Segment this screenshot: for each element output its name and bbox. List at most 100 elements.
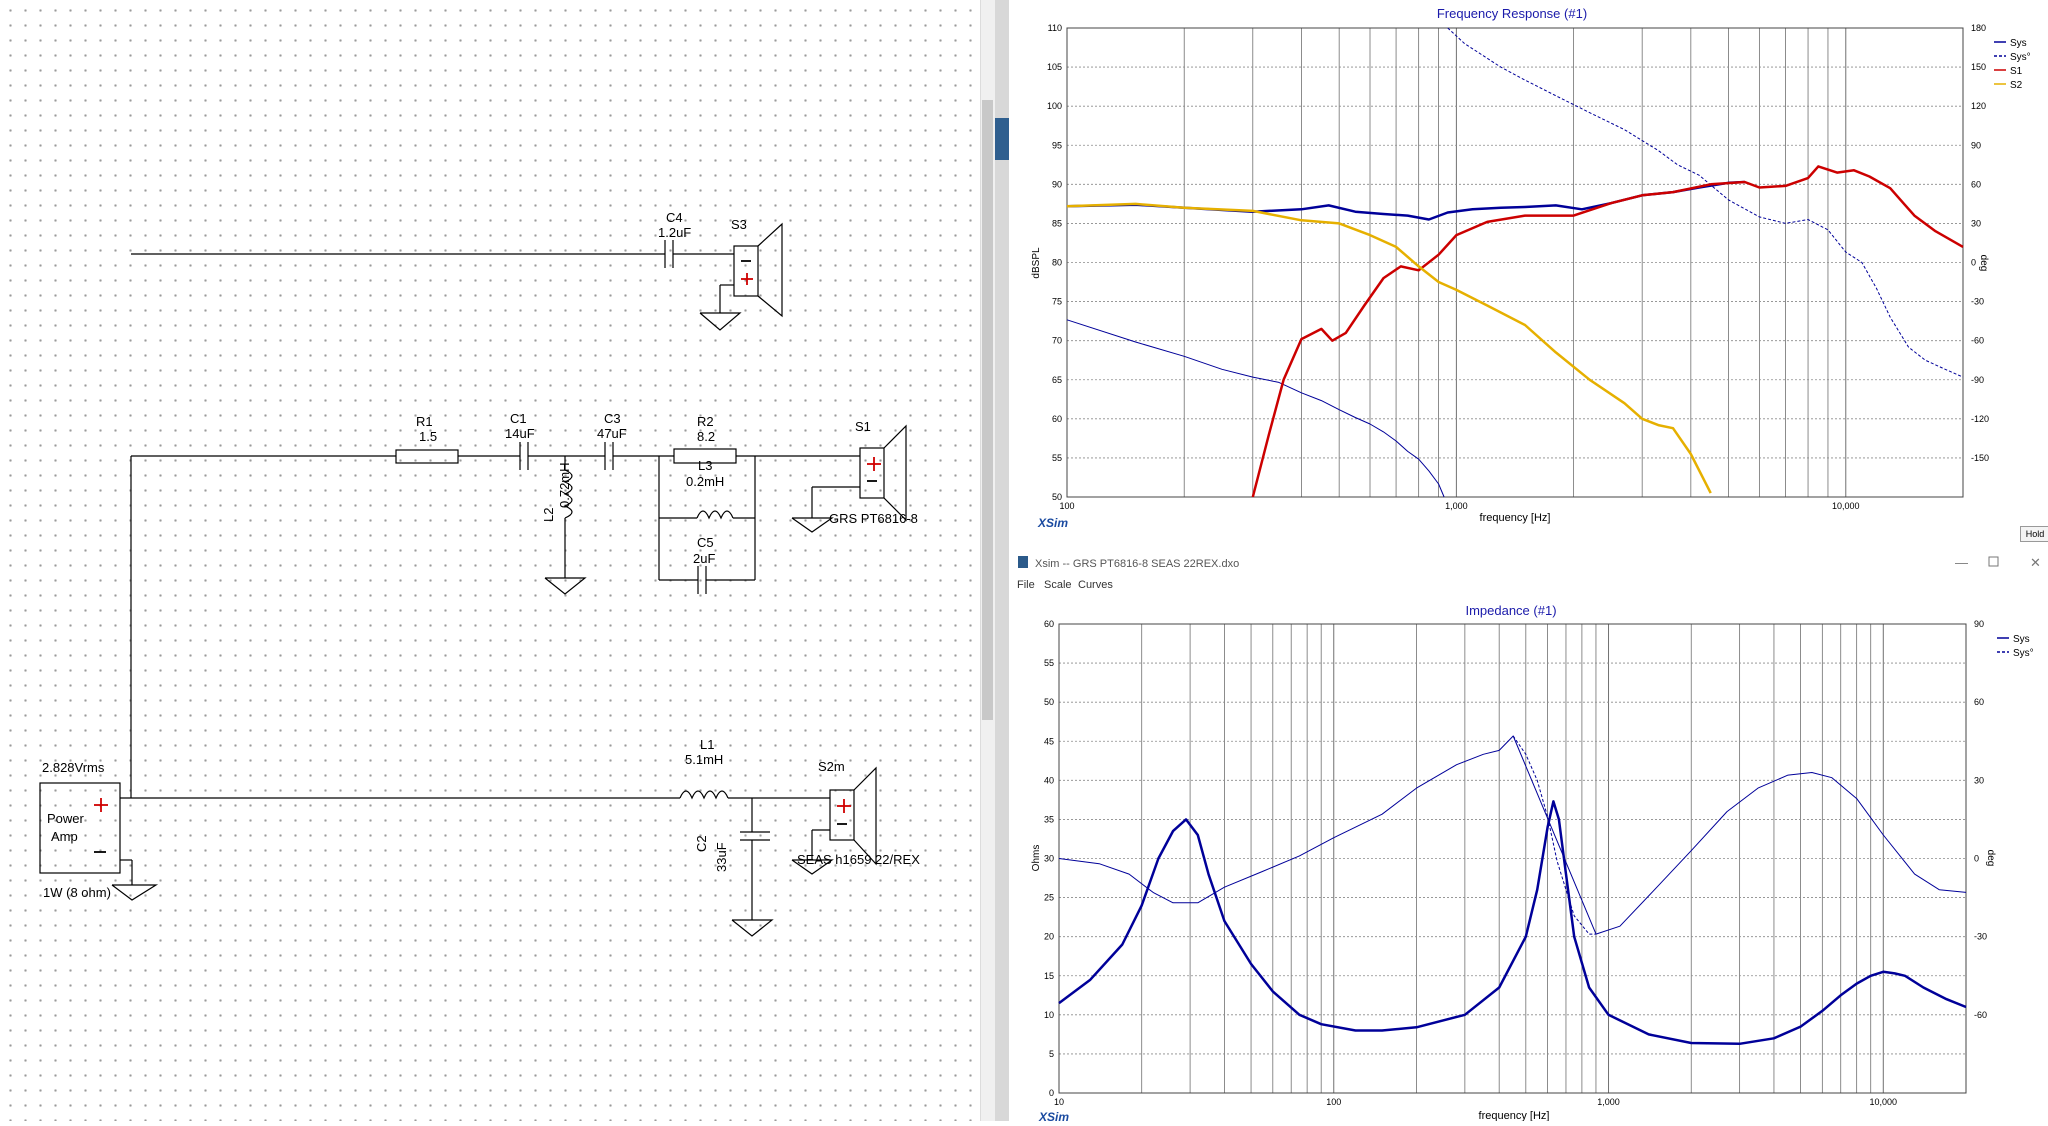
y-tick-label: 70 <box>1052 336 1062 346</box>
xsim-watermark: XSim <box>1037 516 1068 530</box>
y2-tick-label: 0 <box>1971 258 1976 268</box>
y2-tick-label: -150 <box>1971 453 1989 463</box>
y2-axis-label: deg <box>1985 850 1996 867</box>
menu-scale[interactable]: Scale <box>1044 579 1072 591</box>
y-tick-label: 90 <box>1052 179 1062 189</box>
l3-coil <box>696 510 734 520</box>
power-amp-label: Power <box>47 811 85 826</box>
y2-tick-label: -60 <box>1971 336 1984 346</box>
x-tick-label: 10 <box>1054 1097 1064 1107</box>
window-title: Xsim -- GRS PT6816-8 SEAS 22REX.dxo <box>1035 558 1239 570</box>
schematic-canvas[interactable]: C4 1.2uF S3 R1 1.5 C1 14uF C3 47uF R2 8.… <box>0 0 980 1121</box>
impedance-chart[interactable]: Xsim -- GRS PT6816-8 SEAS 22REX.dxo — ✕ … <box>1009 550 2048 1124</box>
chart-title: Frequency Response (#1) <box>1437 6 1587 21</box>
c2-name-label: C2 <box>694 835 709 852</box>
y-tick-label: 85 <box>1052 218 1062 228</box>
menu-curves[interactable]: Curves <box>1078 579 1113 591</box>
y2-tick-label: 60 <box>1971 179 1981 189</box>
legend-label: Sys° <box>2010 52 2031 63</box>
y-tick-label: 40 <box>1044 775 1054 785</box>
y2-tick-label: 60 <box>1974 697 1984 707</box>
series-sys <box>1066 180 1745 221</box>
ground-symbol <box>111 884 159 901</box>
legend-label: Sys <box>2010 38 2027 49</box>
r2-value-label: 8.2 <box>697 429 715 444</box>
legend-label: S2 <box>2010 80 2023 91</box>
x-axis-label: frequency [Hz] <box>1479 1110 1550 1121</box>
y-tick-label: 5 <box>1049 1049 1054 1059</box>
x-tick-label: 10,000 <box>1870 1097 1898 1107</box>
y2-tick-label: -60 <box>1974 1010 1987 1020</box>
schematic-drawing: C4 1.2uF S3 R1 1.5 C1 14uF C3 47uF R2 8.… <box>39 210 920 937</box>
legend: Sys Sys° <box>1997 634 2034 659</box>
c5-value-label: 2uF <box>693 551 715 566</box>
y2-tick-label: -90 <box>1971 375 1984 385</box>
y-tick-label: 60 <box>1052 414 1062 424</box>
series-sys <box>1058 800 1967 1046</box>
l3-name-label: L3 <box>698 458 712 473</box>
s2m-model-label: SEAS h1659 22/REX <box>797 852 920 867</box>
source-voltage-label: 2.828Vrms <box>42 760 105 775</box>
source-power-label: 1W (8 ohm) <box>43 885 111 900</box>
y-tick-label: 100 <box>1047 101 1062 111</box>
x-tick-label: 1,000 <box>1445 501 1468 511</box>
legend: Sys Sys° S1 S2 <box>1994 38 2031 91</box>
s1-name-label: S1 <box>855 419 871 434</box>
y2-tick-label: -30 <box>1971 297 1984 307</box>
y-tick-label: 55 <box>1052 453 1062 463</box>
ground-symbol <box>791 517 834 533</box>
series-s1 <box>1251 165 1964 498</box>
y-tick-label: 30 <box>1044 854 1054 864</box>
background-window-strip <box>995 0 1009 1121</box>
x-tick-label: 1,000 <box>1597 1097 1620 1107</box>
ground-symbol <box>699 312 742 331</box>
background-window-tab <box>995 118 1009 160</box>
chart-title: Impedance (#1) <box>1465 603 1556 618</box>
hold-button[interactable]: Hold <box>2020 526 2048 542</box>
maximize-icon[interactable] <box>1988 556 1999 567</box>
y-tick-label: 105 <box>1047 62 1062 72</box>
c5-name-label: C5 <box>697 535 714 550</box>
r1-resistor <box>395 449 459 464</box>
s3-cone <box>757 222 783 318</box>
c2-value-label: 33uF <box>714 842 729 872</box>
y-tick-label: 10 <box>1044 1010 1054 1020</box>
x-tick-label: 100 <box>1059 501 1074 511</box>
y-tick-label: 60 <box>1044 619 1054 629</box>
c4-name-label: C4 <box>666 210 683 225</box>
y-tick-label: 45 <box>1044 736 1054 746</box>
r1-name-label: R1 <box>416 414 433 429</box>
c3-value-label: 47uF <box>597 426 627 441</box>
s3-body <box>733 245 759 297</box>
frequency-response-window: Frequency Response (#1) 50 55 60 65 70 75 80 85… <box>1009 0 2048 540</box>
y2-axis-label: deg <box>1978 255 1989 272</box>
y2-tick-label: 120 <box>1971 101 1986 111</box>
y2-tick-label: 30 <box>1971 218 1981 228</box>
l2-name-label: L2 <box>541 508 556 522</box>
legend-label: Sys <box>2013 634 2030 645</box>
y-tick-label: 95 <box>1052 140 1062 150</box>
y2-tick-label: 90 <box>1971 140 1981 150</box>
r1-value-label: 1.5 <box>419 429 437 444</box>
scrollbar-thumb[interactable] <box>982 100 993 720</box>
s1-body <box>859 447 885 499</box>
xsim-watermark: XSim <box>1038 1110 1069 1121</box>
y-tick-label: 55 <box>1044 658 1054 668</box>
y-tick-label: 15 <box>1044 971 1054 981</box>
frequency-response-chart[interactable]: Frequency Response (#1) 5055606570758085… <box>1009 0 2048 540</box>
legend-label: S1 <box>2010 66 2023 77</box>
app-icon <box>1018 556 1028 568</box>
y-axis-label: dBSPL <box>1031 247 1042 279</box>
s2m-body <box>829 789 855 841</box>
menu-file[interactable]: File <box>1017 579 1035 591</box>
c3-name-label: C3 <box>604 411 621 426</box>
x-axis-label: frequency [Hz] <box>1480 512 1551 524</box>
s2m-cone <box>853 766 877 866</box>
r2-name-label: R2 <box>697 414 714 429</box>
close-icon[interactable]: ✕ <box>2030 555 2041 570</box>
series-s2 <box>1066 202 1712 494</box>
s1-cone <box>883 424 907 522</box>
s1-model-label: GRS PT6816-8 <box>829 511 918 526</box>
ground-symbol <box>731 919 774 937</box>
minimize-icon[interactable]: — <box>1955 555 1968 570</box>
